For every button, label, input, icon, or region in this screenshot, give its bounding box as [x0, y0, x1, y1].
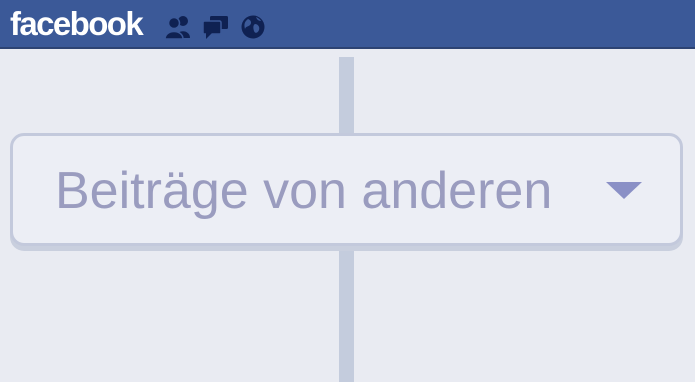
notifications-globe-icon[interactable] [240, 14, 266, 40]
filter-dropdown-label: Beiträge von anderen [55, 162, 553, 220]
top-navigation-bar: facebook [0, 0, 695, 49]
posts-by-others-filter-dropdown[interactable]: Beiträge von anderen [10, 133, 683, 246]
messages-icon[interactable] [202, 14, 228, 40]
chevron-down-icon [606, 182, 642, 199]
facebook-logo[interactable]: facebook [10, 4, 144, 44]
friend-requests-icon[interactable] [164, 14, 190, 40]
